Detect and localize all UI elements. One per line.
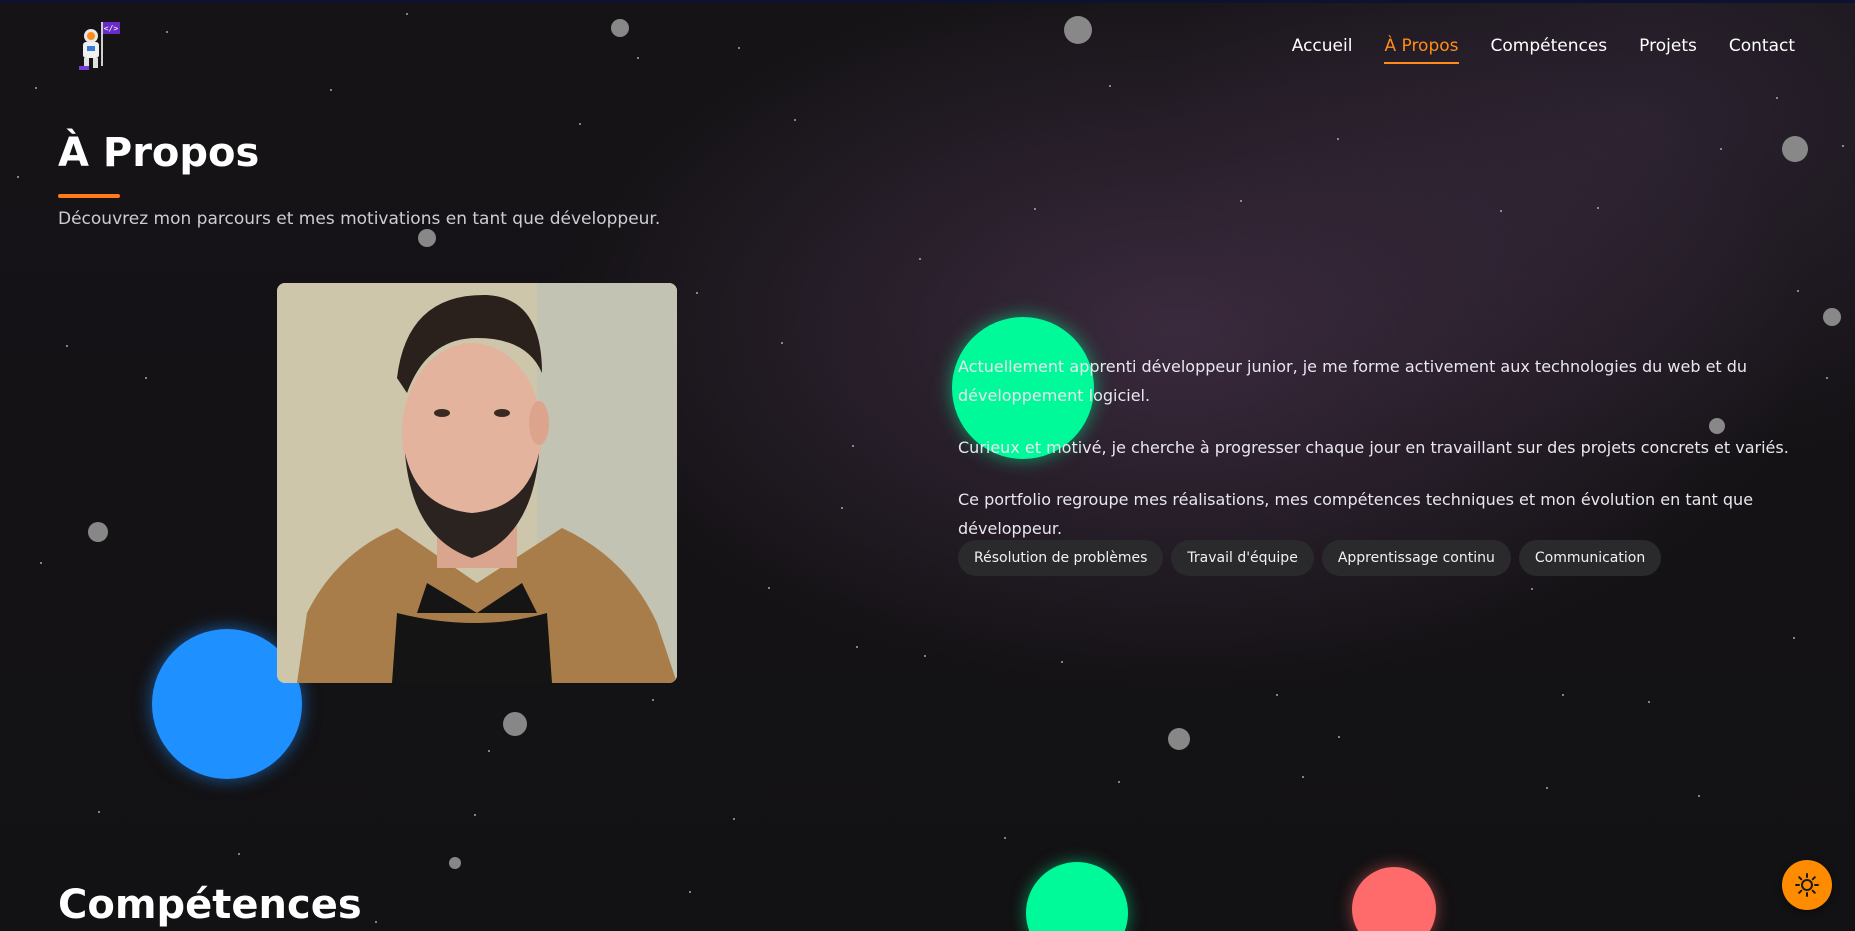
about-title: À Propos — [58, 130, 260, 176]
bubble-red — [1352, 867, 1436, 931]
nav-contact[interactable]: Contact — [1729, 36, 1795, 64]
astronaut-logo-icon[interactable]: </> — [74, 20, 126, 76]
planet-decoration — [449, 857, 461, 869]
profile-photo — [277, 283, 677, 683]
skill-tag: Résolution de problèmes — [958, 540, 1164, 576]
planet-decoration — [1064, 16, 1092, 44]
planet-decoration — [1168, 728, 1190, 750]
planet-decoration — [88, 522, 108, 542]
title-underline — [58, 194, 120, 198]
bubble-green — [1026, 862, 1128, 931]
sun-icon — [1795, 873, 1819, 897]
page: </> Accueil À Propos Compétences Projets… — [0, 0, 1855, 931]
planet-decoration — [611, 19, 629, 37]
about-paragraph: Actuellement apprenti développeur junior… — [958, 357, 1748, 405]
nav-accueil[interactable]: Accueil — [1292, 36, 1353, 64]
about-paragraph: Ce portfolio regroupe mes réalisations, … — [958, 490, 1754, 538]
skill-tag: Apprentissage continu — [1321, 540, 1511, 576]
main-nav: Accueil À Propos Compétences Projets Con… — [1292, 36, 1795, 64]
about-paragraph: Curieux et motivé, je cherche à progress… — [958, 438, 1789, 457]
planet-decoration — [1823, 308, 1841, 326]
planet-decoration — [418, 229, 436, 247]
planet-decoration — [503, 712, 527, 736]
theme-toggle-button[interactable] — [1782, 860, 1832, 910]
about-description: Actuellement apprenti développeur junior… — [958, 352, 1798, 566]
logo-flag-text: </> — [104, 24, 119, 33]
window-top-border — [0, 0, 1855, 3]
soft-skill-tags: Résolution de problèmes Travail d'équipe… — [958, 540, 1662, 576]
skill-tag: Communication — [1518, 540, 1662, 576]
nav-a-propos[interactable]: À Propos — [1384, 36, 1459, 64]
nav-competences[interactable]: Compétences — [1491, 36, 1608, 64]
about-subtitle: Découvrez mon parcours et mes motivation… — [58, 209, 661, 229]
competences-title: Compétences — [58, 882, 362, 928]
skill-tag: Travail d'équipe — [1171, 540, 1314, 576]
nav-projets[interactable]: Projets — [1639, 36, 1697, 64]
planet-decoration — [1782, 136, 1808, 162]
